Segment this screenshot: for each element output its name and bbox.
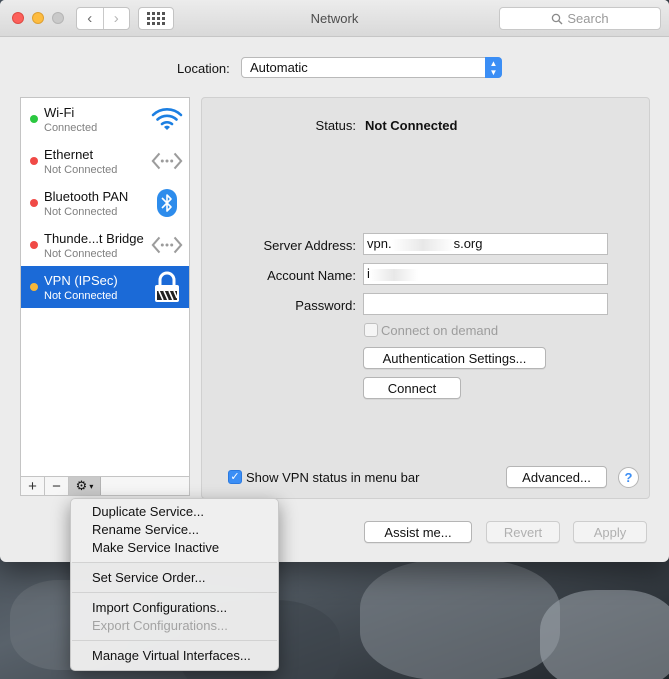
password-field[interactable]	[363, 293, 608, 315]
status-dot	[30, 157, 38, 165]
lock-icon	[151, 271, 183, 302]
service-status: Not Connected	[44, 248, 118, 260]
menu-separator	[72, 592, 277, 593]
authentication-settings-button[interactable]: Authentication Settings...	[363, 347, 546, 369]
action-gear-button[interactable]: ⚙ ▾	[69, 477, 101, 495]
menu-item-make-service-inactive[interactable]: Make Service Inactive	[92, 540, 219, 555]
service-name: Thunde...t Bridge	[44, 231, 144, 246]
service-name: Wi-Fi	[44, 105, 75, 120]
menu-separator	[72, 640, 277, 641]
password-label: Password:	[295, 298, 356, 313]
remove-service-button[interactable]: −	[45, 477, 69, 495]
search-field[interactable]: Search	[499, 7, 661, 30]
status-label: Status:	[315, 118, 356, 133]
help-button[interactable]: ?	[618, 467, 639, 488]
menu-item-export-configurations: Export Configurations...	[92, 618, 228, 633]
redacted-text	[369, 268, 418, 281]
ethernet-icon	[151, 146, 183, 176]
connect-on-demand-checkbox[interactable]	[364, 323, 378, 337]
revert-button[interactable]: Revert	[486, 521, 560, 543]
account-name-field[interactable]: i	[363, 263, 608, 285]
wifi-icon	[151, 104, 183, 134]
menu-item-set-service-order[interactable]: Set Service Order...	[92, 570, 205, 585]
search-icon	[552, 13, 563, 24]
title-bar: ‹ › Network Search	[0, 0, 669, 37]
status-dot	[30, 115, 38, 123]
location-value: Automatic	[250, 60, 308, 75]
add-service-button[interactable]: +	[21, 477, 45, 495]
service-item-bluetooth-pan[interactable]: Bluetooth PAN Not Connected	[21, 182, 189, 224]
thunderbolt-bridge-icon	[151, 230, 183, 260]
assist-me-button[interactable]: Assist me...	[364, 521, 472, 543]
menu-item-import-configurations[interactable]: Import Configurations...	[92, 600, 227, 615]
status-dot	[30, 199, 38, 207]
redacted-text	[391, 238, 454, 251]
status-value: Not Connected	[365, 118, 458, 133]
service-status: Connected	[44, 122, 98, 134]
network-preferences-window: ‹ › Network Search Location: Automatic ▲…	[0, 0, 669, 562]
server-address-value-end: s.org	[453, 236, 483, 251]
service-list-controls: + − ⚙ ▾	[20, 476, 190, 496]
menu-separator	[72, 562, 277, 563]
select-arrows-icon: ▲ ▼	[485, 57, 502, 78]
advanced-button[interactable]: Advanced...	[506, 466, 607, 488]
service-name: Bluetooth PAN	[44, 189, 129, 204]
service-item-thunderbolt-bridge[interactable]: Thunde...t Bridge Not Connected	[21, 224, 189, 266]
menu-item-rename-service[interactable]: Rename Service...	[92, 522, 199, 537]
checkmark-icon: ✓	[230, 471, 240, 483]
service-status: Not Connected	[44, 164, 118, 176]
search-placeholder: Search	[567, 11, 609, 26]
apply-button[interactable]: Apply	[573, 521, 647, 543]
menu-item-duplicate-service[interactable]: Duplicate Service...	[92, 504, 204, 519]
status-dot	[30, 283, 38, 291]
menu-item-manage-virtual-interfaces[interactable]: Manage Virtual Interfaces...	[92, 648, 251, 663]
connect-on-demand-label: Connect on demand	[381, 323, 499, 338]
server-address-value: vpn.	[367, 236, 392, 251]
server-address-field[interactable]: vpn. s.org	[363, 233, 608, 255]
server-address-label: Server Address:	[263, 238, 357, 253]
bluetooth-icon	[151, 188, 183, 218]
service-name: Ethernet	[44, 147, 94, 162]
service-status: Not Connected	[44, 206, 118, 218]
service-status: Not Connected	[44, 290, 118, 302]
location-label: Location:	[177, 61, 230, 76]
service-item-wifi[interactable]: Wi-Fi Connected	[21, 98, 189, 140]
status-dot	[30, 241, 38, 249]
gear-action-menu: Duplicate Service... Rename Service... M…	[70, 498, 279, 671]
service-name: VPN (IPSec)	[44, 273, 118, 288]
account-name-label: Account Name:	[267, 268, 356, 283]
gear-icon: ⚙	[75, 478, 88, 493]
service-item-vpn-ipsec[interactable]: VPN (IPSec) Not Connected	[21, 266, 189, 308]
service-list: Wi-Fi Connected Ethernet Not Connected B…	[20, 97, 190, 495]
service-item-ethernet[interactable]: Ethernet Not Connected	[21, 140, 189, 182]
connect-button[interactable]: Connect	[363, 377, 461, 399]
chevron-down-icon: ▾	[89, 481, 94, 491]
location-select[interactable]: Automatic ▲ ▼	[241, 57, 502, 78]
show-vpn-status-checkbox[interactable]: ✓	[228, 470, 242, 484]
show-vpn-status-label: Show VPN status in menu bar	[246, 470, 420, 485]
